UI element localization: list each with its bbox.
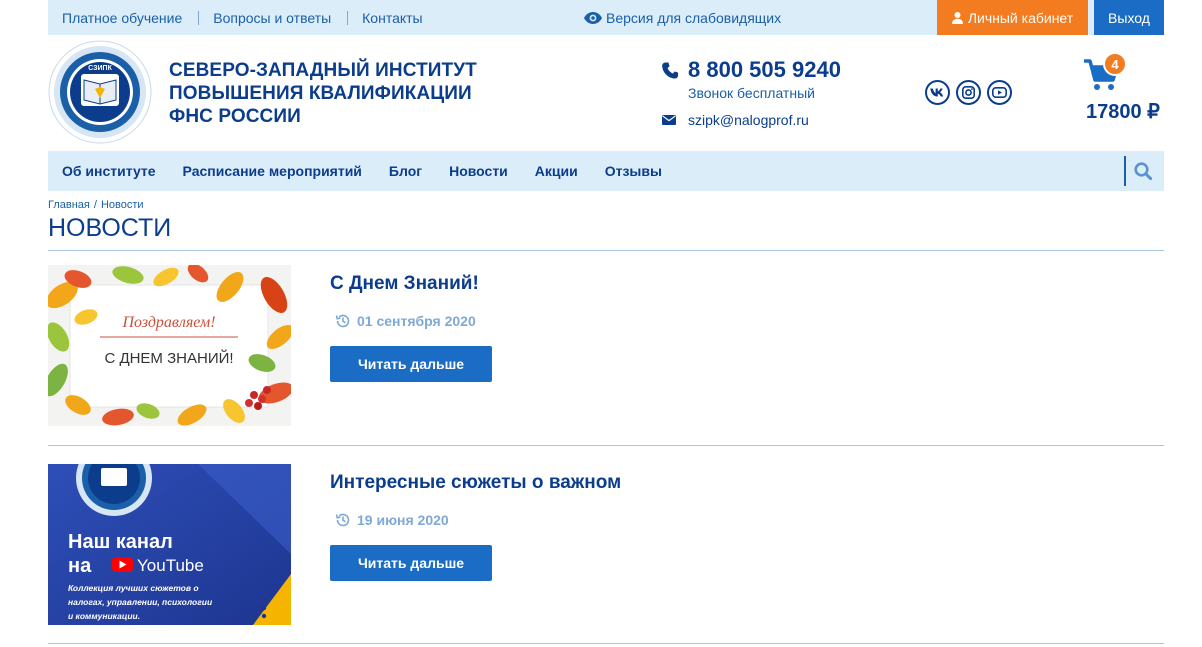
top-links: Платное обучение Вопросы и ответы Контак… — [48, 0, 439, 35]
institute-logo[interactable]: СЗИПК — [48, 40, 152, 144]
news-title[interactable]: Интересные сюжеты о важном — [330, 472, 621, 494]
page-title: НОВОСТИ — [48, 214, 172, 242]
nav-item-news[interactable]: Новости — [449, 163, 508, 179]
main-navigation: Об институте Расписание мероприятий Блог… — [48, 151, 1164, 191]
phone-number: 8 800 505 9240 — [688, 57, 841, 82]
top-bar: Платное обучение Вопросы и ответы Контак… — [48, 0, 1164, 35]
image-caption-line-3: и коммуникации. — [68, 611, 140, 621]
news-date: 19 июня 2020 — [335, 512, 449, 528]
nav-item-promotions[interactable]: Акции — [535, 163, 578, 179]
phone-link[interactable]: 8 800 505 9240 — [662, 57, 841, 83]
image-youtube-text: YouTube — [137, 556, 204, 575]
breadcrumb-home[interactable]: Главная — [48, 199, 90, 211]
divider — [48, 643, 1164, 644]
top-link-contacts[interactable]: Контакты — [347, 10, 438, 25]
nav-item-about[interactable]: Об институте — [62, 163, 156, 179]
personal-cabinet-button[interactable]: Личный кабинет — [937, 0, 1088, 35]
personal-cabinet-label: Личный кабинет — [967, 9, 1074, 26]
logout-button[interactable]: Выход — [1094, 0, 1164, 35]
logo-text: СЗИПК — [88, 65, 112, 72]
institute-name-line-2: ПОВЫШЕНИЯ КВАЛИФИКАЦИИ — [169, 83, 472, 104]
clock-history-icon — [335, 513, 350, 527]
mail-icon — [662, 115, 676, 125]
institute-name-line-3: ФНС РОССИИ — [169, 106, 301, 127]
cart-total: 17800 ₽ — [1086, 101, 1160, 123]
nav-item-reviews[interactable]: Отзывы — [605, 163, 662, 179]
user-icon — [951, 11, 963, 24]
breadcrumb-separator: / — [93, 199, 97, 211]
eye-icon — [584, 11, 602, 24]
read-more-button[interactable]: Читать дальше — [330, 346, 492, 382]
vk-icon[interactable] — [925, 80, 950, 105]
news-date: 01 сентября 2020 — [335, 313, 476, 329]
clock-history-icon — [335, 314, 350, 328]
news-image-knowledge-day[interactable]: Поздравляем! С ДНЕМ ЗНАНИЙ! — [48, 265, 291, 426]
news-date-text: 19 июня 2020 — [357, 512, 449, 528]
image-on-text: на — [68, 555, 92, 577]
phone-icon — [662, 62, 678, 78]
email-link[interactable]: szipk@nalogprof.ru — [662, 112, 809, 128]
institute-name: СЕВЕРО-ЗАПАДНЫЙ ИНСТИТУТ ПОВЫШЕНИЯ КВАЛИ… — [169, 59, 477, 128]
news-date-text: 01 сентября 2020 — [357, 313, 476, 329]
news-image-youtube-channel[interactable]: Наш канал на YouTube Коллекция лучших сю… — [48, 464, 291, 625]
breadcrumb: Главная / Новости — [48, 199, 144, 211]
institute-name-line-1: СЕВЕРО-ЗАПАДНЫЙ ИНСТИТУТ — [169, 60, 477, 81]
image-greeting-text: Поздравляем! — [121, 314, 215, 331]
image-channel-text: Наш канал — [68, 531, 173, 553]
read-more-button[interactable]: Читать дальше — [330, 545, 492, 581]
divider — [48, 445, 1164, 446]
divider — [48, 250, 1164, 251]
top-link-paid-education[interactable]: Платное обучение — [48, 11, 198, 25]
accessibility-version-link[interactable]: Версия для слабовидящих — [584, 0, 781, 35]
image-title-text: С ДНЕМ ЗНАНИЙ! — [104, 349, 233, 367]
image-caption-line-1: Коллекция лучших сюжетов о — [68, 583, 199, 593]
nav-item-schedule[interactable]: Расписание мероприятий — [183, 163, 362, 179]
instagram-icon[interactable] — [956, 80, 981, 105]
breadcrumb-current[interactable]: Новости — [101, 199, 144, 211]
youtube-icon[interactable] — [987, 80, 1012, 105]
accessibility-version-label: Версия для слабовидящих — [606, 9, 782, 26]
top-link-faq[interactable]: Вопросы и ответы — [198, 10, 347, 25]
search-icon[interactable] — [1134, 162, 1152, 180]
nav-item-blog[interactable]: Блог — [389, 163, 422, 179]
email-address: szipk@nalogprof.ru — [688, 112, 809, 128]
phone-note: Звонок бесплатный — [688, 85, 815, 101]
cart-count-badge: 4 — [1103, 52, 1127, 76]
nav-divider — [1124, 156, 1126, 186]
social-links — [925, 80, 1012, 105]
news-title[interactable]: С Днем Знаний! — [330, 273, 479, 295]
image-caption-line-2: налогах, управлении, психологии — [68, 597, 213, 607]
